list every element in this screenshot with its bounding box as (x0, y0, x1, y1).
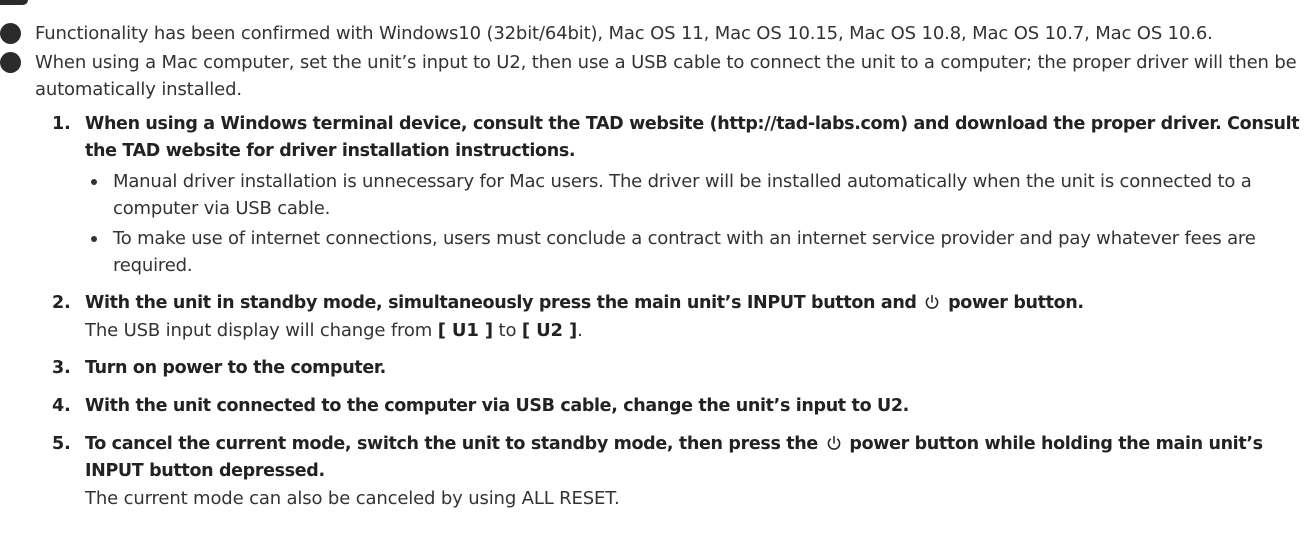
step-title: With the unit connected to the computer … (85, 396, 909, 416)
display-value-u1: [ U1 ] (437, 320, 493, 341)
step-title-text: To cancel the current mode, switch the u… (85, 434, 818, 454)
bullet-dot-icon (0, 52, 21, 73)
power-icon (926, 294, 939, 309)
small-bullet-icon (91, 179, 97, 185)
steps-list: 1. When using a Windows terminal device,… (0, 111, 1306, 512)
note-item: When using a Mac computer, set the unit’… (0, 49, 1306, 103)
step-number: 2. (52, 293, 71, 313)
step-title-text: With the unit in standby mode, simultane… (85, 293, 917, 313)
step-description: The USB input display will change from [… (85, 317, 1306, 344)
document-body: Functionality has been confirmed with Wi… (0, 20, 1306, 523)
step-title: To cancel the current mode, switch the u… (85, 431, 1306, 485)
step-title: Turn on power to the computer. (85, 358, 386, 378)
step-number: 5. (52, 434, 71, 454)
step-number: 4. (52, 396, 71, 416)
step-number: 3. (52, 358, 71, 378)
sub-bullet-text: Manual driver installation is unnecessar… (113, 171, 1252, 219)
note-item: Functionality has been confirmed with Wi… (0, 20, 1306, 47)
small-bullet-icon (91, 236, 97, 242)
step-number: 1. (52, 114, 71, 134)
step-item: 4. With the unit connected to the comput… (0, 393, 1306, 420)
step-item: 1. When using a Windows terminal device,… (0, 111, 1306, 279)
step-bullets: Manual driver installation is unnecessar… (85, 168, 1306, 279)
description-text: to (498, 320, 517, 341)
note-text: Functionality has been confirmed with Wi… (35, 23, 1213, 44)
step-description: The current mode can also be canceled by… (85, 488, 620, 509)
step-item: 5. To cancel the current mode, switch th… (0, 431, 1306, 512)
sub-bullet-text: To make use of internet connections, use… (113, 228, 1256, 276)
section-tab-mark (0, 0, 28, 5)
step-item: 2. With the unit in standby mode, simult… (0, 290, 1306, 344)
step-item: 3. Turn on power to the computer. (0, 355, 1306, 382)
power-icon (827, 435, 840, 450)
bullet-dot-icon (0, 23, 21, 44)
note-text: When using a Mac computer, set the unit’… (35, 52, 1297, 100)
sub-bullet-item: To make use of internet connections, use… (85, 225, 1306, 279)
display-value-u2: [ U2 ] (521, 320, 578, 341)
step-title: With the unit in standby mode, simultane… (85, 290, 1306, 317)
step-title: When using a Windows terminal device, co… (85, 114, 1300, 161)
sub-bullet-item: Manual driver installation is unnecessar… (85, 168, 1306, 222)
description-text: The USB input display will change from (85, 320, 433, 341)
step-title-text: power button. (948, 293, 1084, 313)
description-text: . (577, 320, 583, 341)
